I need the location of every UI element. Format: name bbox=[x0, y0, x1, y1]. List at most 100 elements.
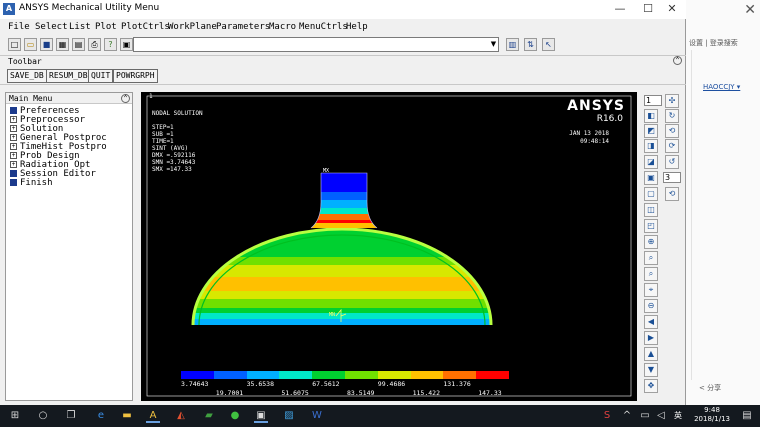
legend-label-top: 3.74643 bbox=[181, 380, 209, 388]
volume-icon[interactable]: ◁ bbox=[654, 409, 668, 423]
pan-left-icon[interactable]: ◀ bbox=[644, 315, 658, 329]
menu-plotctrls[interactable]: PlotCtrls bbox=[121, 22, 170, 32]
pan-down-icon[interactable]: ▼ bbox=[644, 363, 658, 377]
file-explorer-icon[interactable]: ▬ bbox=[120, 409, 134, 423]
menu-macro[interactable]: Macro bbox=[269, 22, 296, 32]
windows-start-icon[interactable]: ⊞ bbox=[8, 409, 22, 423]
chevron-down-icon[interactable]: ▼ bbox=[489, 38, 498, 51]
result-info-block: NODAL SOLUTION STEP=1 SUB =1 TIME=1 SINT (AV… bbox=[152, 110, 203, 173]
open-folder-icon[interactable]: ▭ bbox=[24, 38, 37, 51]
sogou-input-icon[interactable]: S bbox=[600, 409, 614, 423]
command-row: □ ▭ ■ ▦ ▤ ⎙ ? ▣ ▼ ▥ ⇅ ↖ bbox=[0, 36, 686, 54]
toolbar-collapse-icon[interactable]: ⌃ bbox=[673, 56, 682, 65]
main-menu-panel: Main Menu ⌃ Preferences + Preprocessor + Sol… bbox=[5, 92, 133, 401]
pan-right-icon[interactable]: ▶ bbox=[644, 331, 658, 345]
menu-menuctrls[interactable]: MenuCtrls bbox=[299, 22, 348, 32]
network-icon[interactable]: ▭ bbox=[638, 409, 652, 423]
ansys-window-icon[interactable]: ▣ bbox=[254, 409, 268, 423]
rotation-increment-select[interactable]: 3 bbox=[663, 172, 681, 183]
view-front-icon[interactable]: ◧ bbox=[644, 109, 658, 123]
resume-db-button[interactable]: RESUM_DB bbox=[46, 69, 91, 83]
menu-parameters[interactable]: Parameters bbox=[216, 22, 270, 32]
edge-browser-icon[interactable]: e bbox=[94, 409, 108, 423]
legend-swatch bbox=[181, 371, 214, 379]
menu-plot[interactable]: Plot bbox=[95, 22, 117, 32]
menu-list[interactable]: List bbox=[69, 22, 91, 32]
raise-hidden-icon[interactable]: ⇅ bbox=[524, 38, 537, 51]
taskbar-clock[interactable]: 9:48 2018/1/13 bbox=[694, 406, 730, 424]
zoom-fit-icon[interactable]: ⌖ bbox=[644, 283, 658, 297]
browser-close-icon[interactable]: ✕ bbox=[744, 2, 756, 18]
background-browser-window: ✕ 设置 | 登录搜索 HAOCCJY ▾ < 分享 bbox=[684, 0, 760, 405]
menu-help[interactable]: Help bbox=[346, 22, 368, 32]
main-menu-collapse-icon[interactable]: ⌃ bbox=[121, 94, 130, 103]
legend-swatch bbox=[344, 371, 378, 379]
new-file-icon[interactable]: □ bbox=[8, 38, 21, 51]
zoom-out-icon[interactable]: ⊖ bbox=[644, 299, 658, 313]
view-cube3-icon[interactable]: ◫ bbox=[644, 203, 658, 217]
browser-360-icon[interactable]: ● bbox=[228, 409, 242, 423]
menu-workplane[interactable]: WorkPlane bbox=[168, 22, 217, 32]
menu-select[interactable]: Select bbox=[35, 22, 68, 32]
plot-icon[interactable]: ▦ bbox=[56, 38, 69, 51]
save-db-button[interactable]: SAVE_DB bbox=[7, 69, 47, 83]
windows-taskbar: ⊞ ○ ❐ e ▬ A ◭ ▰ ● ▣ ▨ W S ^ ▭ ◁ 英 9:48 2… bbox=[0, 405, 760, 427]
tray-chevron-icon[interactable]: ^ bbox=[620, 409, 634, 423]
help-icon[interactable]: ? bbox=[104, 38, 117, 51]
task-view-icon[interactable]: ❐ bbox=[64, 409, 78, 423]
window-select[interactable]: 1 bbox=[644, 95, 662, 106]
report-icon[interactable]: ▤ bbox=[72, 38, 85, 51]
view-cube-icon[interactable]: ▣ bbox=[644, 171, 658, 185]
close-button[interactable]: ✕ bbox=[658, 0, 686, 19]
toggle-icon[interactable]: ▣ bbox=[120, 38, 133, 51]
powrgrph-button[interactable]: POWRGRPH bbox=[113, 69, 158, 83]
command-input[interactable] bbox=[133, 37, 499, 52]
view-left-icon[interactable]: ⟳ bbox=[665, 139, 679, 153]
view-top-icon[interactable]: ◩ bbox=[644, 124, 658, 138]
legend-swatch bbox=[410, 371, 444, 379]
view-cube2-icon[interactable]: ▢ bbox=[644, 187, 658, 201]
legend-label-bottom: 115.422 bbox=[412, 389, 440, 397]
zoom-icon[interactable]: ⌕ bbox=[644, 251, 658, 265]
print-icon[interactable]: ⎙ bbox=[88, 38, 101, 51]
view-iso-icon[interactable]: ✣ bbox=[665, 94, 679, 108]
quit-button[interactable]: QUIT bbox=[88, 69, 114, 83]
app-icon[interactable]: ▰ bbox=[202, 409, 216, 423]
legend-label-bottom: 51.6075 bbox=[281, 389, 309, 397]
word-icon[interactable]: W bbox=[310, 409, 324, 423]
minimize-button[interactable]: — bbox=[606, 0, 634, 19]
notification-icon[interactable]: ▤ bbox=[740, 409, 754, 423]
save-icon[interactable]: ■ bbox=[40, 38, 53, 51]
pan-up-icon[interactable]: ▲ bbox=[644, 347, 658, 361]
legend-color-bar bbox=[181, 371, 509, 379]
view-bottom-icon[interactable]: ⟲ bbox=[665, 124, 679, 138]
zoom-in-icon[interactable]: ⊕ bbox=[644, 235, 658, 249]
nozzle-body bbox=[311, 173, 377, 228]
command-prompt-icon[interactable]: ▥ bbox=[506, 38, 519, 51]
view-cube4-icon[interactable]: ◰ bbox=[644, 219, 658, 233]
view-back-icon[interactable]: ↻ bbox=[665, 109, 679, 123]
browser-settings-row[interactable]: 设置 | 登录搜索 bbox=[689, 38, 738, 48]
dynamic-mode-icon[interactable]: ✥ bbox=[644, 379, 658, 393]
expand-icon: + bbox=[10, 152, 17, 159]
ansys-taskbar-icon[interactable]: A bbox=[146, 409, 160, 423]
browser-user-link[interactable]: HAOCCJY ▾ bbox=[703, 83, 740, 91]
photo-icon[interactable]: ▨ bbox=[282, 409, 296, 423]
browser-share-link[interactable]: < 分享 bbox=[699, 383, 721, 393]
rotate-icon[interactable]: ↺ bbox=[665, 155, 679, 169]
main-menu-item[interactable]: Finish bbox=[10, 179, 132, 188]
toolbar: SAVE_DB RESUM_DB QUIT POWRGRPH bbox=[0, 67, 686, 85]
view-oblique-icon[interactable]: ◪ bbox=[644, 155, 658, 169]
graphics-window[interactable]: 1 NODAL SOLUTION STEP=1 SUB =1 TIME=1 SINT (… bbox=[141, 92, 637, 401]
box-zoom-icon[interactable]: ⌕ bbox=[644, 267, 658, 281]
reset-picking-icon[interactable]: ↖ bbox=[542, 38, 555, 51]
view-right-icon[interactable]: ◨ bbox=[644, 139, 658, 153]
matlab-icon[interactable]: ◭ bbox=[174, 409, 188, 423]
search-icon[interactable]: ○ bbox=[36, 409, 50, 423]
toolbar-title: Toolbar bbox=[8, 57, 42, 66]
legend-label-top: 35.6538 bbox=[246, 380, 274, 388]
ime-indicator[interactable]: 英 bbox=[674, 410, 682, 421]
menu-file[interactable]: File bbox=[8, 22, 30, 32]
cycle-icon[interactable]: ⟲ bbox=[665, 187, 679, 201]
right-view-toolbar: 1 ✣ ◧ ↻ ◩ ⟲ ◨ ⟳ ◪ ↺ ▣ 3 ▢ ⟲ ◫ ◰ ⊕ ⌕ ⌕ ⌖ … bbox=[640, 92, 684, 401]
